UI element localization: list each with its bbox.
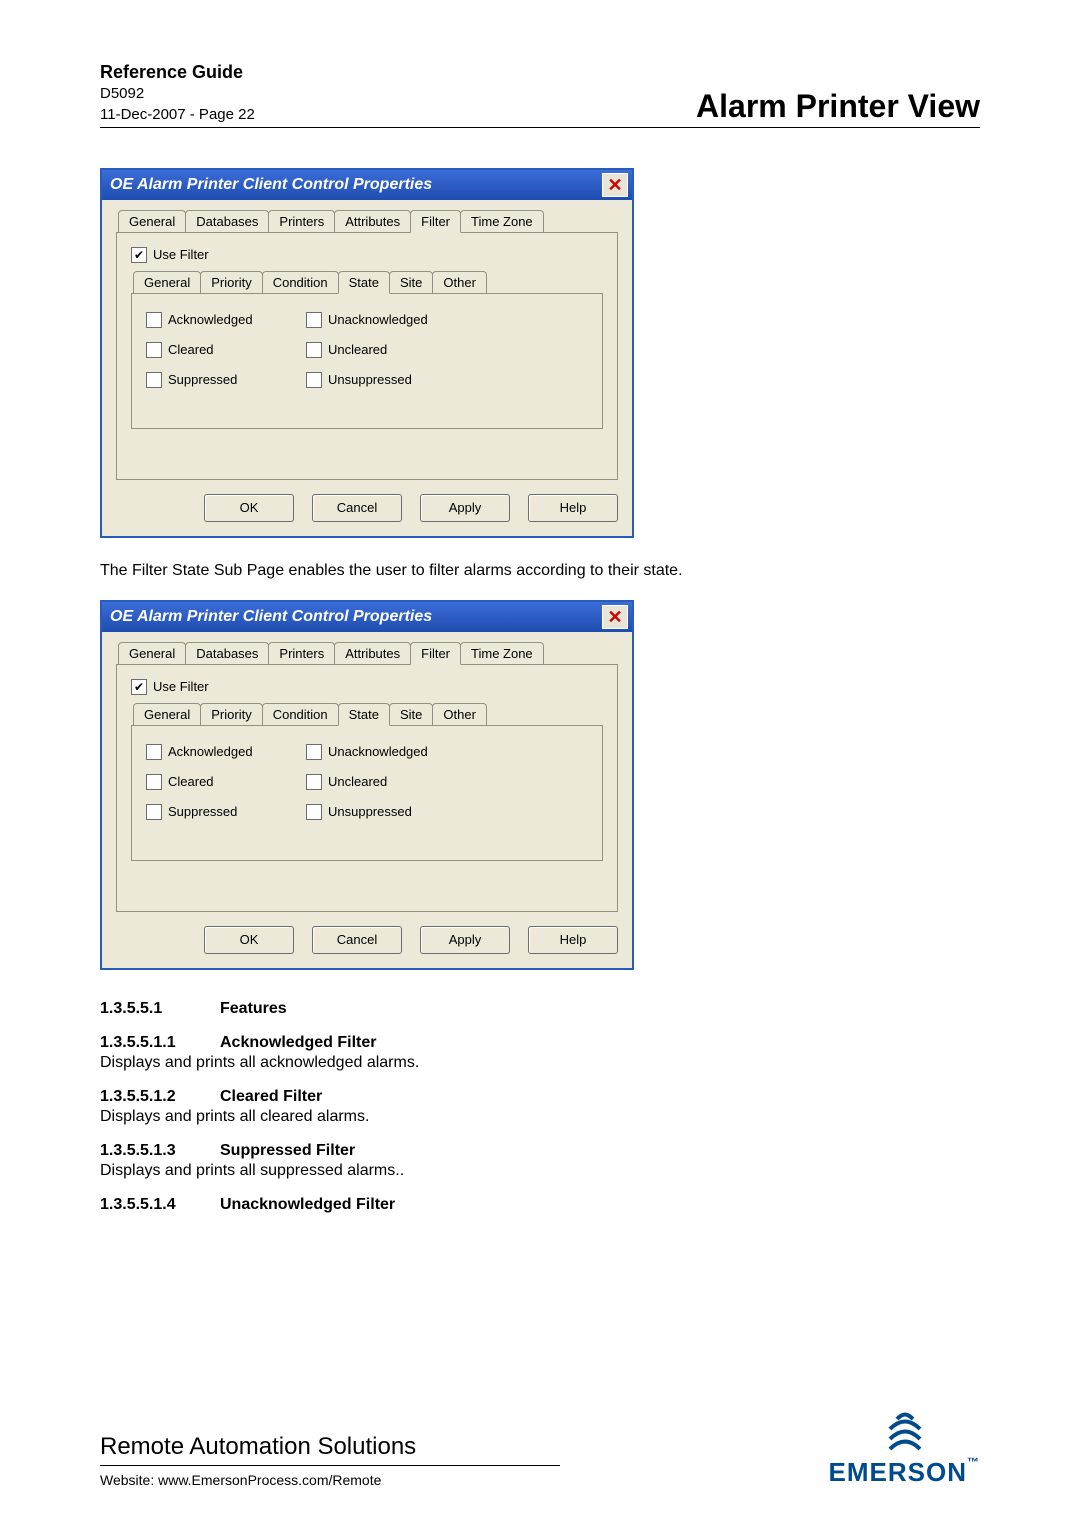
suppressed-checkbox[interactable] [146, 372, 162, 388]
emerson-brand: EMERSON [829, 1457, 967, 1487]
subtab-other[interactable]: Other [432, 271, 487, 293]
properties-dialog: OE Alarm Printer Client Control Properti… [100, 168, 634, 538]
properties-dialog-2: OE Alarm Printer Client Control Properti… [100, 600, 634, 970]
feature-title: Unacknowledged Filter [220, 1196, 395, 1214]
emerson-helix-icon [829, 1409, 980, 1453]
help-button[interactable]: Help [528, 926, 618, 954]
apply-button[interactable]: Apply [420, 926, 510, 954]
unsuppressed-label: Unsuppressed [328, 804, 412, 819]
subtab-general[interactable]: General [133, 703, 201, 725]
features-head-num: 1.3.5.5.1 [100, 1000, 220, 1018]
acknowledged-label: Acknowledged [168, 744, 253, 759]
tab-timezone[interactable]: Time Zone [460, 642, 544, 664]
feature-desc: Displays and prints all suppressed alarm… [100, 1162, 980, 1180]
use-filter-checkbox[interactable]: ✔ [131, 247, 147, 263]
titlebar: OE Alarm Printer Client Control Properti… [102, 602, 632, 632]
use-filter-checkbox[interactable]: ✔ [131, 679, 147, 695]
cleared-label: Cleared [168, 774, 214, 789]
dialog-title: OE Alarm Printer Client Control Properti… [110, 176, 432, 194]
subtab-priority[interactable]: Priority [200, 703, 262, 725]
subtab-state[interactable]: State [338, 703, 390, 726]
features-head-title: Features [220, 1000, 287, 1018]
titlebar: OE Alarm Printer Client Control Properti… [102, 170, 632, 200]
uncleared-checkbox[interactable] [306, 774, 322, 790]
feature-num: 1.3.5.5.1.2 [100, 1088, 220, 1106]
footer-rule [100, 1465, 560, 1466]
subtab-site[interactable]: Site [389, 271, 433, 293]
subtab-other[interactable]: Other [432, 703, 487, 725]
features-section: 1.3.5.5.1 Features 1.3.5.5.1.1 Acknowled… [100, 1000, 980, 1214]
feature-title: Cleared Filter [220, 1088, 322, 1106]
tab-timezone[interactable]: Time Zone [460, 210, 544, 232]
cleared-checkbox[interactable] [146, 342, 162, 358]
dialog-title: OE Alarm Printer Client Control Properti… [110, 608, 432, 626]
ok-button[interactable]: OK [204, 926, 294, 954]
use-filter-label: Use Filter [153, 247, 209, 262]
feature-num: 1.3.5.5.1.1 [100, 1034, 220, 1052]
close-icon[interactable]: ✕ [602, 173, 628, 197]
cleared-label: Cleared [168, 342, 214, 357]
feature-num: 1.3.5.5.1.4 [100, 1196, 220, 1214]
date-page: 11-Dec-2007 - Page 22 [100, 105, 255, 125]
feature-desc: Displays and prints all cleared alarms. [100, 1108, 980, 1126]
filter-sub-tabs: General Priority Condition State Site Ot… [131, 271, 603, 294]
feature-num: 1.3.5.5.1.3 [100, 1142, 220, 1160]
suppressed-label: Suppressed [168, 804, 237, 819]
feature-desc: Displays and prints all acknowledged ala… [100, 1054, 980, 1072]
suppressed-checkbox[interactable] [146, 804, 162, 820]
acknowledged-checkbox[interactable] [146, 744, 162, 760]
unacknowledged-checkbox[interactable] [306, 312, 322, 328]
tab-general[interactable]: General [118, 642, 186, 664]
tab-filter[interactable]: Filter [410, 642, 461, 665]
subtab-condition[interactable]: Condition [262, 271, 339, 293]
uncleared-label: Uncleared [328, 342, 387, 357]
filter-sub-tabs: General Priority Condition State Site Ot… [131, 703, 603, 726]
tab-attributes[interactable]: Attributes [334, 210, 411, 232]
use-filter-label: Use Filter [153, 679, 209, 694]
ok-button[interactable]: OK [204, 494, 294, 522]
body-paragraph: The Filter State Sub Page enables the us… [100, 562, 980, 580]
unacknowledged-label: Unacknowledged [328, 744, 428, 759]
tab-printers[interactable]: Printers [268, 642, 335, 664]
section-title: Alarm Printer View [696, 88, 980, 125]
tab-attributes[interactable]: Attributes [334, 642, 411, 664]
unacknowledged-checkbox[interactable] [306, 744, 322, 760]
acknowledged-checkbox[interactable] [146, 312, 162, 328]
tab-general[interactable]: General [118, 210, 186, 232]
tab-printers[interactable]: Printers [268, 210, 335, 232]
subtab-priority[interactable]: Priority [200, 271, 262, 293]
feature-title: Suppressed Filter [220, 1142, 355, 1160]
subtab-general[interactable]: General [133, 271, 201, 293]
cleared-checkbox[interactable] [146, 774, 162, 790]
main-tabs: General Databases Printers Attributes Fi… [116, 642, 618, 665]
subtab-condition[interactable]: Condition [262, 703, 339, 725]
close-icon[interactable]: ✕ [602, 605, 628, 629]
unsuppressed-label: Unsuppressed [328, 372, 412, 387]
doc-id: D5092 [100, 84, 255, 104]
feature-title: Acknowledged Filter [220, 1034, 376, 1052]
unsuppressed-checkbox[interactable] [306, 372, 322, 388]
cancel-button[interactable]: Cancel [312, 494, 402, 522]
subtab-state[interactable]: State [338, 271, 390, 294]
unacknowledged-label: Unacknowledged [328, 312, 428, 327]
emerson-logo: EMERSON™ [829, 1409, 980, 1488]
apply-button[interactable]: Apply [420, 494, 510, 522]
ref-guide-title: Reference Guide [100, 60, 255, 84]
tab-databases[interactable]: Databases [185, 210, 269, 232]
tab-filter[interactable]: Filter [410, 210, 461, 233]
unsuppressed-checkbox[interactable] [306, 804, 322, 820]
tm-mark: ™ [967, 1455, 980, 1469]
page-header: Reference Guide D5092 11-Dec-2007 - Page… [100, 60, 980, 128]
acknowledged-label: Acknowledged [168, 312, 253, 327]
uncleared-checkbox[interactable] [306, 342, 322, 358]
main-tabs: General Databases Printers Attributes Fi… [116, 210, 618, 233]
tab-databases[interactable]: Databases [185, 642, 269, 664]
suppressed-label: Suppressed [168, 372, 237, 387]
page-footer: Remote Automation Solutions Website: www… [100, 1433, 980, 1488]
help-button[interactable]: Help [528, 494, 618, 522]
subtab-site[interactable]: Site [389, 703, 433, 725]
uncleared-label: Uncleared [328, 774, 387, 789]
cancel-button[interactable]: Cancel [312, 926, 402, 954]
